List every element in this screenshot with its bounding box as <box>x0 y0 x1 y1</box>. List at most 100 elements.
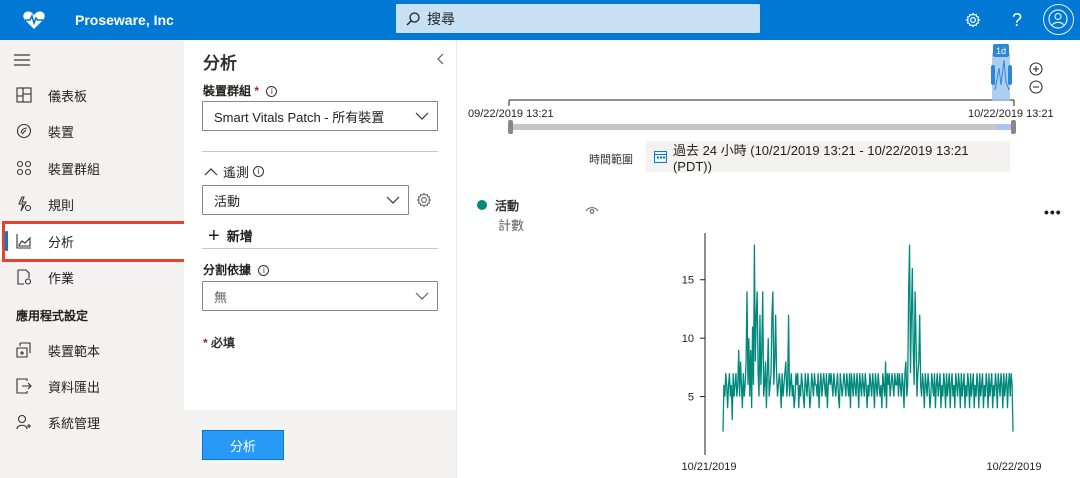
analytics-panel: 分析 裝置群組 * i Smart Vitals Patch - 所有裝置 遙測… <box>184 40 457 478</box>
device-group-label-text: 裝置群組 <box>203 84 252 98</box>
device-groups-icon <box>15 159 33 177</box>
app-name[interactable]: Proseware, Inc <box>75 12 174 28</box>
measures-section-toggle[interactable]: 遙測 i <box>204 162 265 181</box>
x-tick-label: 10/21/2019 <box>681 461 736 473</box>
series-aggregation: 計數 <box>498 218 525 233</box>
analytics-main: 1d 10/21/2019 10/22/2019 5 10 15 09/22/201… <box>458 40 1080 478</box>
required-mark: * <box>203 336 208 350</box>
app-settings-section-title: 應用程式設定 <box>16 309 89 323</box>
sidebar-item-dashboard[interactable]: 儀表板 <box>0 77 184 113</box>
split-by-dropdown[interactable]: 無 <box>202 281 438 311</box>
add-measure-button[interactable]: + 新增 <box>208 224 253 247</box>
sidebar-item-label: 裝置範本 <box>48 343 101 359</box>
search-icon <box>406 11 420 25</box>
settings-button[interactable] <box>961 8 985 32</box>
help-button[interactable]: ? <box>1005 8 1029 32</box>
series-line-activity <box>722 244 1014 432</box>
time-range-value: 過去 24 小時 (10/21/2019 13:21 - 10/22/2019 … <box>672 142 969 174</box>
y-tick-label: 5 <box>688 392 694 404</box>
zoom-out-icon[interactable] <box>1029 80 1043 94</box>
user-icon <box>1048 9 1068 29</box>
sidebar-item-jobs[interactable]: 作業 <box>0 259 184 295</box>
sidebar-item-label: 分析 <box>48 234 75 250</box>
chevron-left-icon[interactable] <box>436 52 446 66</box>
chevron-down-icon <box>386 196 400 204</box>
window-badge: 1d <box>996 46 1006 56</box>
more-options-icon[interactable]: ••• <box>1044 204 1062 220</box>
section-divider <box>202 151 438 152</box>
sidebar-item-label: 裝置 <box>48 124 75 140</box>
eye-icon[interactable] <box>585 206 599 216</box>
timeline-track[interactable] <box>509 124 1014 130</box>
calendar-icon <box>654 151 667 163</box>
timeline-start-handle[interactable] <box>508 120 513 134</box>
gear-icon <box>965 12 981 28</box>
sidebar-item-label: 資料匯出 <box>48 379 101 395</box>
section-divider <box>202 248 438 249</box>
sidebar-item-device-templates[interactable]: 裝置範本 <box>0 332 184 368</box>
chevron-up-icon <box>204 167 218 175</box>
sidebar-item-label: 系統管理 <box>48 415 101 431</box>
rules-icon <box>15 195 33 213</box>
brush-left-handle[interactable] <box>991 65 995 85</box>
hamburger-menu-icon[interactable] <box>14 54 30 66</box>
x-tick-label: 10/22/2019 <box>986 461 1041 473</box>
device-templates-icon <box>15 341 33 359</box>
panel-title: 分析 <box>203 54 237 73</box>
device-group-dropdown[interactable]: Smart Vitals Patch - 所有裝置 <box>202 101 438 131</box>
required-mark: * <box>254 84 260 98</box>
info-icon[interactable]: i <box>258 265 270 276</box>
time-range-picker[interactable]: 過去 24 小時 (10/21/2019 13:21 - 10/22/2019 … <box>646 141 1010 174</box>
sidebar-item-label: 裝置群組 <box>48 161 101 177</box>
top-bar: Proseware, Inc 搜尋 ? <box>0 0 1080 40</box>
measure-dropdown[interactable]: 活動 <box>202 185 409 215</box>
timeline-start-label: 09/22/2019 13:21 <box>468 108 554 120</box>
measure-settings-gear-icon[interactable] <box>416 192 432 208</box>
jobs-icon <box>15 268 33 286</box>
split-by-label: 分割依據 i <box>203 261 270 278</box>
sidebar-item-administration[interactable]: 系統管理 <box>0 404 184 440</box>
plus-icon: + <box>208 224 220 247</box>
series-color-dot <box>477 200 487 210</box>
measure-value: 活動 <box>214 193 241 209</box>
sidebar-item-label: 儀表板 <box>48 88 88 104</box>
split-by-value: 無 <box>214 289 228 305</box>
sidebar-item-label: 規則 <box>48 197 75 213</box>
search-placeholder: 搜尋 <box>427 10 455 27</box>
analyze-button[interactable]: 分析 <box>202 430 284 460</box>
device-group-label: 裝置群組 * i <box>203 82 278 99</box>
add-label: 新增 <box>226 229 253 244</box>
avatar[interactable] <box>1043 4 1074 35</box>
administration-icon <box>15 413 33 431</box>
timeline-end-handle[interactable] <box>1011 120 1016 134</box>
data-export-icon <box>15 377 33 395</box>
brush-right-handle[interactable] <box>1008 65 1012 85</box>
search-box[interactable]: 搜尋 <box>396 4 760 33</box>
device-group-value: Smart Vitals Patch - 所有裝置 <box>214 109 385 125</box>
devices-icon <box>15 122 33 140</box>
analytics-icon <box>15 232 33 250</box>
required-note: * 必填 <box>203 334 235 351</box>
line-chart: 10/21/2019 10/22/2019 5 10 15 <box>681 233 1042 473</box>
heart-pulse-logo-icon <box>23 11 45 29</box>
series-name: 活動 <box>495 199 520 213</box>
info-icon[interactable]: i <box>253 166 265 177</box>
split-by-label-text: 分割依據 <box>203 263 252 277</box>
sidebar-item-rules[interactable]: 規則 <box>0 186 184 222</box>
sidebar-item-device-groups[interactable]: 裝置群組 <box>0 150 184 186</box>
left-navigation: 儀表板 裝置 裝置群組 規則 分析 作業 應用程式設定 裝置範本 資料匯出 系統… <box>0 40 184 478</box>
zoom-in-icon[interactable] <box>1029 62 1043 76</box>
required-note-text: 必填 <box>211 336 236 350</box>
info-icon[interactable]: i <box>266 86 278 97</box>
dashboard-icon <box>15 86 33 104</box>
measures-label: 遙測 <box>223 165 250 180</box>
chevron-down-icon <box>415 112 429 120</box>
sidebar-item-data-export[interactable]: 資料匯出 <box>0 368 184 404</box>
timeline-end-label: 10/22/2019 13:21 <box>968 108 1054 120</box>
sidebar-item-label: 作業 <box>48 270 75 286</box>
sidebar-item-analytics[interactable]: 分析 <box>0 223 184 259</box>
sidebar-item-devices[interactable]: 裝置 <box>0 113 184 149</box>
y-tick-label: 10 <box>682 333 694 345</box>
time-range-label: 時間範圍 <box>589 154 633 166</box>
analytics-canvas: 1d 10/21/2019 10/22/2019 5 10 15 <box>508 44 1042 473</box>
